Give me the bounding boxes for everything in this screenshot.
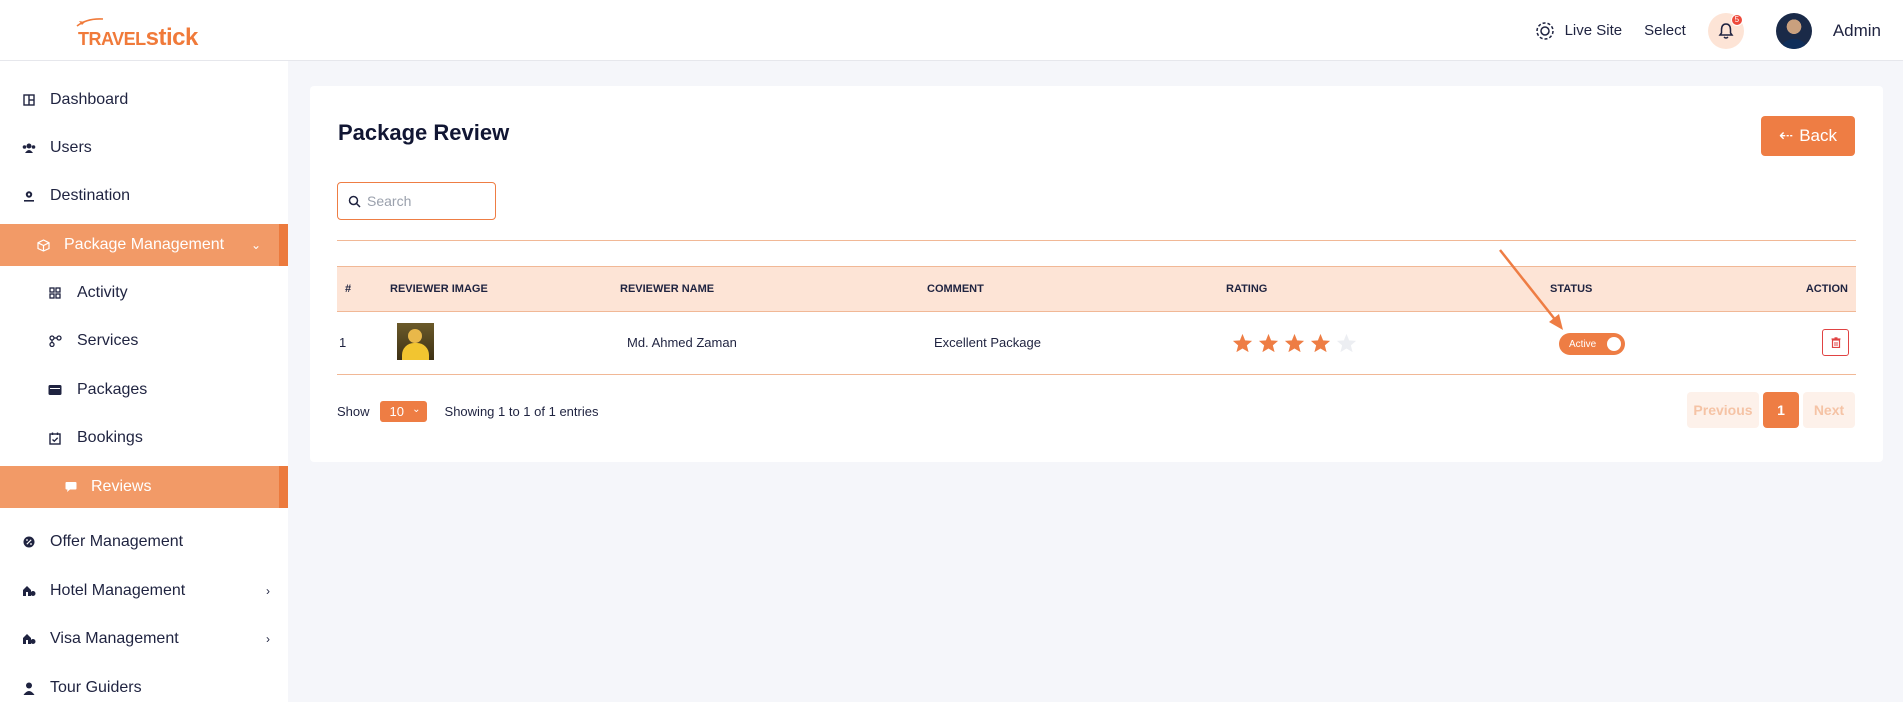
star-filled-icon	[1232, 333, 1253, 353]
sidebar-item-label: Packages	[77, 381, 148, 398]
sidebar-item-label: Tour Guiders	[50, 679, 142, 696]
delete-button[interactable]	[1822, 329, 1849, 356]
annotation-arrow	[1499, 249, 1563, 330]
sidebar-item-hotel-management[interactable]: Hotel Management ›	[0, 570, 288, 612]
column-header-comment: COMMENT	[927, 283, 984, 295]
sidebar-item-destination[interactable]: Destination	[0, 175, 288, 217]
sidebar-item-label: Reviews	[91, 478, 152, 495]
brand-logo[interactable]: TRAVELstick	[76, 18, 198, 52]
search-box[interactable]	[337, 182, 496, 220]
sidebar-item-label: Visa Management	[50, 630, 179, 647]
sidebar-item-dashboard[interactable]: Dashboard	[0, 79, 288, 121]
live-site-label: Live Site	[1564, 22, 1623, 39]
sidebar-item-activity[interactable]: Activity	[0, 272, 288, 314]
rating-stars	[1232, 333, 1357, 353]
sidebar-item-bookings[interactable]: Bookings	[0, 417, 288, 459]
table-row: 1 Md. Ahmed Zaman Excellent Package Acti…	[337, 313, 1856, 375]
pagination: Previous 1 Next	[1687, 392, 1855, 428]
page-title: Package Review	[338, 120, 510, 145]
sidebar-item-offer-management[interactable]: Offer Management	[0, 521, 288, 563]
live-site-link[interactable]: Live Site	[1535, 21, 1623, 41]
status-toggle[interactable]: Active	[1559, 333, 1625, 355]
column-header-reviewer-image: REVIEWER IMAGE	[390, 283, 488, 295]
chevron-right-icon: ›	[266, 632, 270, 646]
entries-info: Showing 1 to 1 of 1 entries	[444, 403, 599, 419]
notifications-button[interactable]: 5	[1707, 12, 1744, 49]
sidebar-item-tour-guiders[interactable]: Tour Guiders	[0, 667, 288, 702]
arrow-left-icon: ⇠	[1778, 126, 1794, 145]
show-label: Show	[337, 403, 370, 419]
hotel-icon	[22, 584, 36, 598]
sidebar-item-package-management[interactable]: Package Management ⌄	[0, 224, 288, 266]
sidebar: Dashboard Users Destination Package Mana…	[0, 61, 288, 702]
services-icon	[48, 334, 62, 348]
trash-icon	[1831, 337, 1840, 348]
chevron-down-icon: ⌄	[412, 403, 421, 415]
wallet-icon	[48, 383, 62, 397]
guide-icon	[22, 681, 36, 695]
sidebar-item-label: Activity	[77, 284, 128, 301]
page-length-value: 10	[389, 403, 404, 419]
sidebar-item-label: Offer Management	[50, 533, 184, 550]
page-number-button[interactable]: 1	[1763, 392, 1799, 428]
sidebar-item-visa-management[interactable]: Visa Management ›	[0, 618, 288, 660]
users-icon	[22, 141, 36, 155]
sidebar-item-label: Bookings	[77, 429, 143, 446]
reviewer-name: Md. Ahmed Zaman	[627, 335, 737, 350]
search-icon	[348, 195, 361, 208]
review-comment: Excellent Package	[934, 335, 1041, 350]
notification-badge: 5	[1730, 13, 1743, 26]
chevron-down-icon: ⌄	[250, 238, 261, 252]
plane-icon	[76, 18, 104, 27]
percent-icon	[22, 535, 36, 549]
star-empty-icon	[1336, 333, 1357, 353]
top-bar: TRAVELstick Live Site Select 5 Admin	[0, 0, 1903, 61]
star-filled-icon	[1284, 333, 1305, 353]
visa-icon	[22, 632, 36, 646]
column-header-index: #	[345, 283, 352, 295]
sidebar-item-packages[interactable]: Packages	[0, 369, 288, 411]
row-index: 1	[339, 335, 347, 350]
sidebar-item-users[interactable]: Users	[0, 127, 288, 169]
page-length-select[interactable]: 10 ⌄	[379, 400, 427, 422]
back-button-label: Back	[1799, 126, 1838, 145]
sidebar-item-label: Package Management	[64, 236, 225, 253]
table-footer: Show 10 ⌄ Showing 1 to 1 of 1 entries	[337, 400, 598, 422]
star-filled-icon	[1310, 333, 1331, 353]
user-name[interactable]: Admin	[1833, 21, 1881, 41]
column-header-rating: RATING	[1226, 283, 1268, 295]
back-button[interactable]: ⇠ Back	[1761, 116, 1855, 156]
column-header-reviewer-name: REVIEWER NAME	[620, 283, 715, 295]
grid-icon	[48, 286, 62, 300]
reviewer-image	[397, 323, 434, 360]
review-card: Package Review ⇠ Back # REVIEWER IMAGE R…	[310, 86, 1883, 462]
map-pin-icon	[22, 189, 36, 203]
chat-icon	[64, 480, 78, 494]
toggle-knob	[1607, 337, 1621, 351]
search-input[interactable]	[367, 193, 487, 209]
select-dropdown[interactable]: Select	[1644, 22, 1686, 39]
sidebar-item-label: Hotel Management	[50, 582, 186, 599]
dashboard-icon	[22, 93, 36, 107]
status-label: Active	[1569, 338, 1597, 350]
avatar[interactable]	[1775, 12, 1812, 49]
table-header: # REVIEWER IMAGE REVIEWER NAME COMMENT R…	[337, 266, 1856, 312]
calendar-check-icon	[48, 431, 62, 445]
column-header-action: ACTION	[1805, 283, 1848, 295]
box-icon	[36, 238, 50, 252]
sidebar-item-label: Dashboard	[50, 91, 129, 108]
sidebar-item-label: Destination	[50, 187, 131, 204]
star-filled-icon	[1258, 333, 1279, 353]
previous-page-button[interactable]: Previous	[1687, 392, 1759, 428]
divider	[337, 240, 1856, 241]
sidebar-item-label: Services	[77, 332, 139, 349]
live-icon	[1535, 21, 1554, 40]
sidebar-item-label: Users	[50, 139, 92, 156]
sidebar-item-services[interactable]: Services	[0, 320, 288, 362]
sidebar-item-reviews[interactable]: Reviews	[0, 466, 288, 508]
chevron-right-icon: ›	[266, 584, 270, 598]
next-page-button[interactable]: Next	[1803, 392, 1855, 428]
